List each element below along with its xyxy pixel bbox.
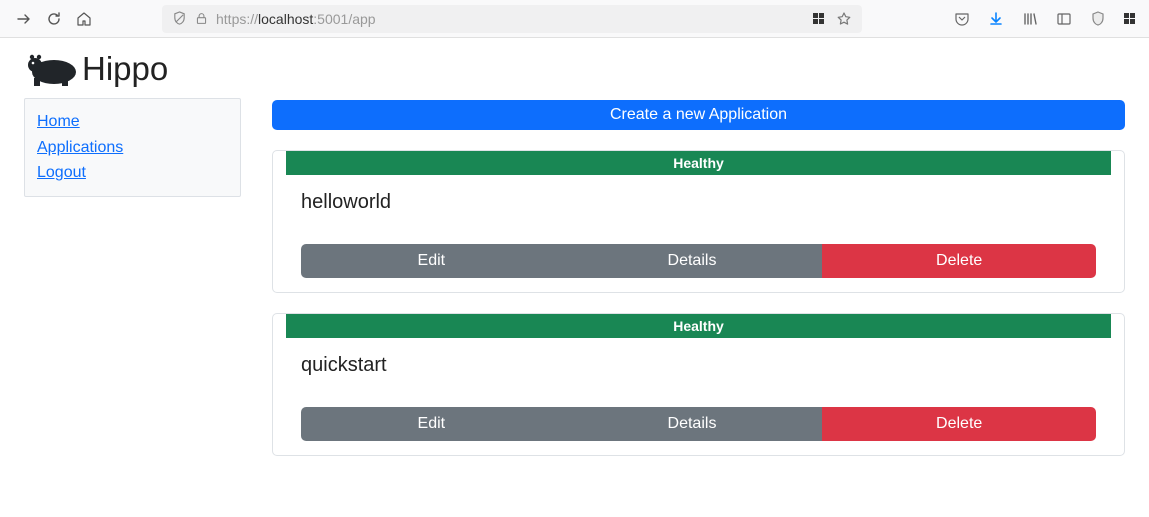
edit-button[interactable]: Edit [301, 407, 562, 441]
card-actions: Edit Details Delete [301, 407, 1096, 441]
details-button[interactable]: Details [562, 244, 823, 278]
create-application-button[interactable]: Create a new Application [272, 100, 1125, 130]
sidebar-nav: Home Applications Logout [24, 98, 241, 197]
download-icon[interactable] [988, 11, 1004, 27]
brand-title: Hippo [82, 50, 168, 88]
qr-icon[interactable] [813, 13, 824, 24]
forward-button[interactable] [16, 11, 32, 27]
ublock-icon[interactable] [1090, 11, 1106, 27]
edit-button[interactable]: Edit [301, 244, 562, 278]
application-name: quickstart [273, 338, 1124, 407]
status-badge: Healthy [286, 151, 1111, 175]
card-actions: Edit Details Delete [301, 244, 1096, 278]
url-bar[interactable]: https://localhost:5001/app [162, 5, 862, 33]
pocket-icon[interactable] [954, 11, 970, 27]
sidebar-item-logout[interactable]: Logout [37, 160, 228, 186]
delete-button[interactable]: Delete [822, 244, 1096, 278]
shield-icon [172, 11, 187, 26]
brand: Hippo [24, 50, 270, 88]
application-card: Healthy quickstart Edit Details Delete [272, 313, 1125, 456]
library-icon[interactable] [1022, 11, 1038, 27]
application-card: Healthy helloworld Edit Details Delete [272, 150, 1125, 293]
url-text: https://localhost:5001/app [216, 11, 376, 27]
sidebar-item-applications[interactable]: Applications [37, 135, 228, 161]
status-badge: Healthy [286, 314, 1111, 338]
browser-toolbar: https://localhost:5001/app [0, 0, 1149, 38]
sidebar-icon[interactable] [1056, 11, 1072, 27]
delete-button[interactable]: Delete [822, 407, 1096, 441]
reload-button[interactable] [46, 11, 62, 27]
details-button[interactable]: Details [562, 407, 823, 441]
sidebar-item-home[interactable]: Home [37, 109, 228, 135]
application-name: helloworld [273, 175, 1124, 244]
lock-icon [195, 12, 208, 25]
extensions-icon[interactable] [1124, 13, 1135, 24]
hippo-logo-icon [24, 52, 78, 86]
bookmark-star-icon[interactable] [836, 11, 852, 27]
home-button[interactable] [76, 11, 92, 27]
